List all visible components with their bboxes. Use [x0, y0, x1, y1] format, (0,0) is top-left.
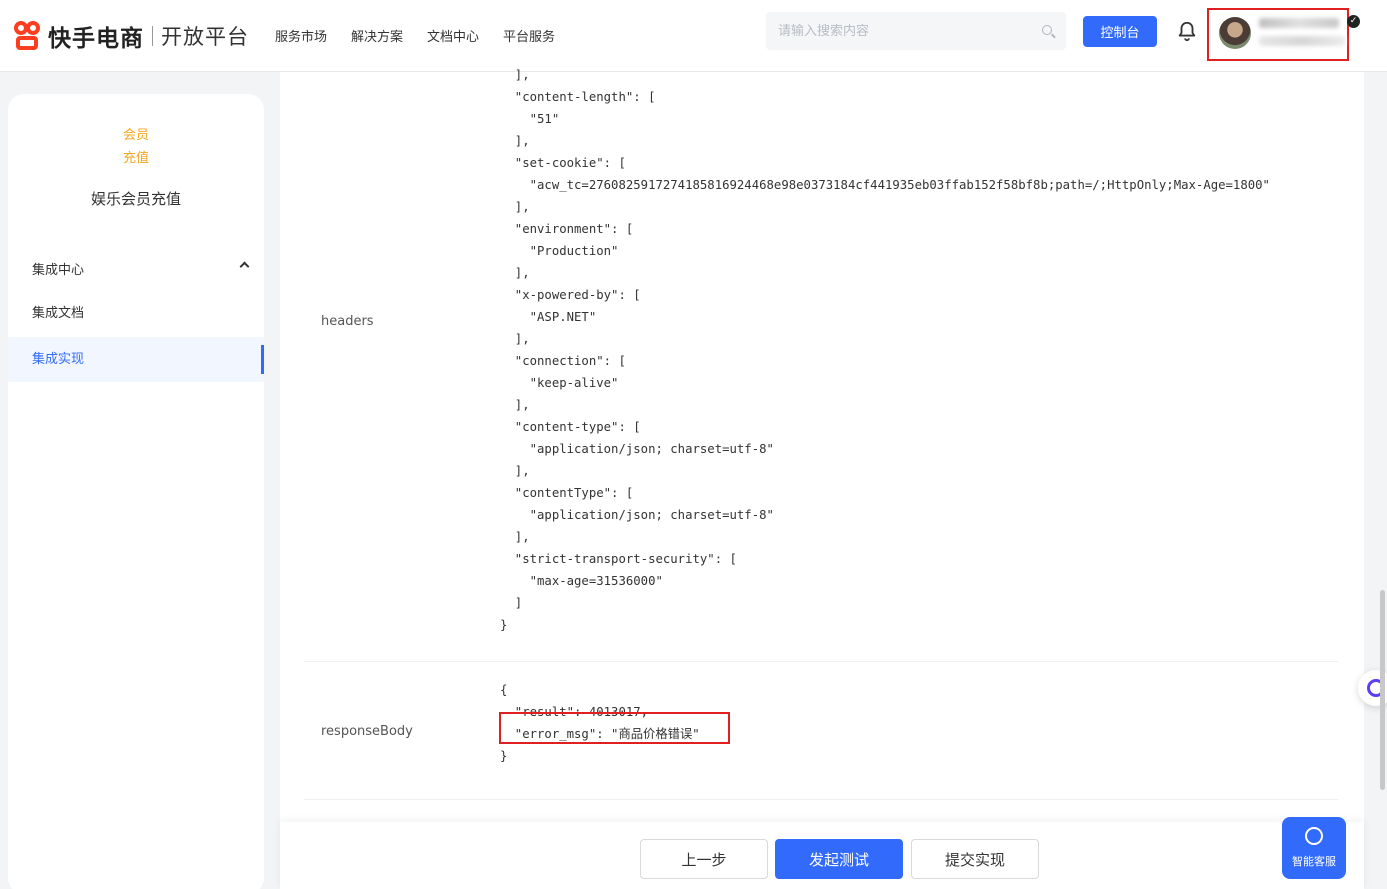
sidebar: 会员 充值 娱乐会员充值 集成中心 集成文档 集成实现 [8, 94, 264, 889]
error-highlight-box [499, 712, 730, 744]
nav-platform-services[interactable]: 平台服务 [503, 26, 555, 45]
product-logo: 会员 充值 [122, 128, 149, 166]
main-nav: 服务市场 解决方案 文档中心 平台服务 [275, 26, 579, 45]
scrollbar[interactable] [1380, 590, 1385, 790]
search-box [766, 12, 1066, 50]
response-body-label: responseBody [321, 724, 413, 739]
product-name: 娱乐会员充值 [90, 190, 181, 208]
start-test-button[interactable]: 发起测试 [775, 839, 903, 879]
headers-code: ], "content-length": [ "51" ], "set-cook… [500, 68, 1270, 632]
user-name-redacted [1259, 18, 1339, 28]
platform-name: 开放平台 [161, 24, 249, 49]
nav-service-market[interactable]: 服务市场 [275, 26, 327, 45]
brand-name: 快手电商 [48, 25, 144, 52]
support-label: 智能客服 [1292, 855, 1336, 868]
brand-logo[interactable]: 快手电商 开放平台 [12, 19, 249, 53]
user-profile[interactable] [1207, 8, 1349, 61]
sidebar-group-integration-center[interactable]: 集成中心 [32, 259, 250, 278]
headset-icon [1305, 827, 1323, 845]
bell-icon[interactable] [1176, 20, 1198, 42]
sidebar-item-integration-impl[interactable]: 集成实现 [8, 337, 264, 382]
search-input[interactable] [766, 23, 1026, 39]
submit-impl-button[interactable]: 提交实现 [911, 839, 1039, 879]
verified-icon: ✓ [1347, 15, 1360, 28]
user-id-redacted [1259, 36, 1345, 46]
action-footer: 上一步 发起测试 提交实现 [280, 822, 1364, 889]
smart-support-button[interactable]: 智能客服 [1282, 817, 1346, 879]
nav-solutions[interactable]: 解决方案 [351, 26, 403, 45]
chevron-up-icon [239, 261, 250, 272]
sidebar-group-label: 集成中心 [32, 263, 85, 278]
headers-label: headers [321, 314, 374, 329]
main-content: headers ], "content-length": [ "51" ], "… [280, 68, 1364, 832]
kuaishou-logo-icon [12, 20, 42, 51]
sidebar-item-integration-docs[interactable]: 集成文档 [8, 291, 264, 336]
logo-divider [152, 25, 153, 46]
prev-step-button[interactable]: 上一步 [640, 839, 768, 879]
search-icon[interactable] [1042, 25, 1052, 35]
nav-docs-center[interactable]: 文档中心 [427, 26, 479, 45]
response-body-row: responseBody { "result": 4013017, "error… [304, 662, 1338, 800]
headers-row: headers ], "content-length": [ "51" ], "… [304, 68, 1338, 662]
avatar [1219, 17, 1251, 49]
console-button[interactable]: 控制台 [1083, 16, 1157, 47]
